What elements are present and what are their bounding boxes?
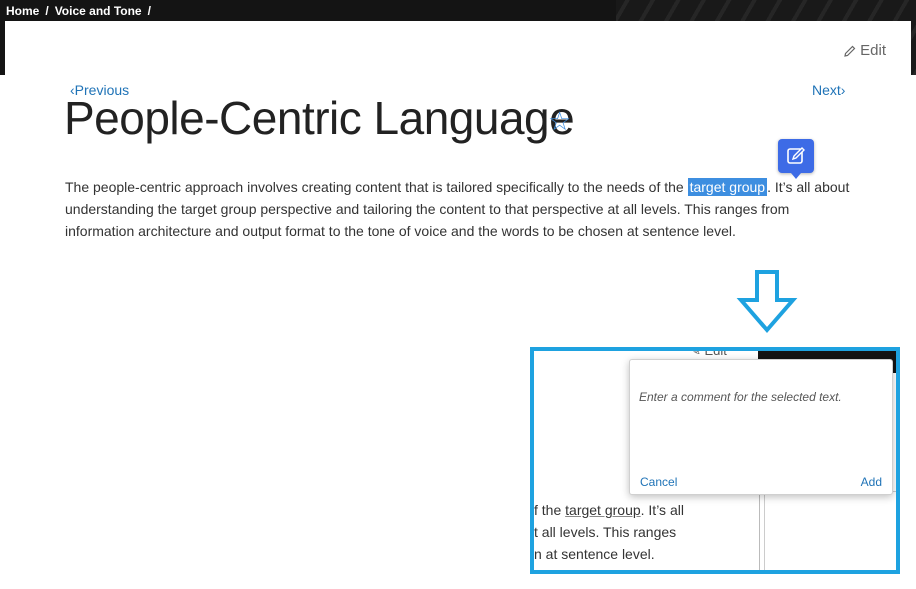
breadcrumb-home[interactable]: Home	[6, 4, 39, 18]
zoom-inset: ✎ Edit f the target group. It’s all t al…	[530, 347, 900, 574]
comment-popup: Enter a comment for the selected text. C…	[629, 359, 893, 495]
selected-text[interactable]: target group	[687, 178, 768, 196]
breadcrumb-separator: /	[147, 4, 151, 18]
add-comment-button[interactable]	[778, 139, 814, 179]
inset-target-text: target group	[565, 502, 641, 518]
comment-input[interactable]: Enter a comment for the selected text.	[639, 390, 842, 404]
inset-edit-link: ✎ Edit	[690, 347, 727, 359]
side-panel	[764, 491, 896, 570]
cancel-button[interactable]: Cancel	[640, 475, 677, 489]
add-button[interactable]: Add	[861, 475, 882, 489]
next-label: Next	[812, 82, 841, 98]
add-comment-icon	[787, 147, 805, 164]
down-arrow-icon	[736, 270, 798, 334]
inset-paragraph: f the target group. It’s all t all level…	[534, 499, 684, 565]
star-outline-icon[interactable]: ☆	[548, 106, 571, 137]
pencil-icon	[844, 45, 856, 57]
breadcrumb: Home / Voice and Tone /	[6, 4, 151, 18]
body-paragraph: The people-centric approach involves cre…	[65, 176, 855, 242]
inset-line: n at sentence level.	[534, 546, 655, 562]
inset-line: f the target group. It’s all	[534, 499, 684, 521]
inset-line: t all levels. This ranges	[534, 524, 677, 540]
content-card: Edit ‹Previous Next›	[5, 21, 911, 285]
breadcrumb-voice-and-tone[interactable]: Voice and Tone	[55, 4, 142, 18]
breadcrumb-separator: /	[45, 4, 49, 18]
inset-line1-prefix: f the	[534, 502, 566, 518]
next-link[interactable]: Next›	[812, 82, 845, 98]
page-title: People-Centric Language	[64, 92, 575, 144]
edit-label: Edit	[860, 42, 886, 59]
inset-line1-suffix: . It’s all	[640, 502, 684, 518]
edit-link[interactable]: Edit	[844, 42, 886, 59]
paragraph-text: The people-centric approach involves cre…	[65, 179, 688, 195]
inset-edit-label: Edit	[704, 347, 727, 358]
